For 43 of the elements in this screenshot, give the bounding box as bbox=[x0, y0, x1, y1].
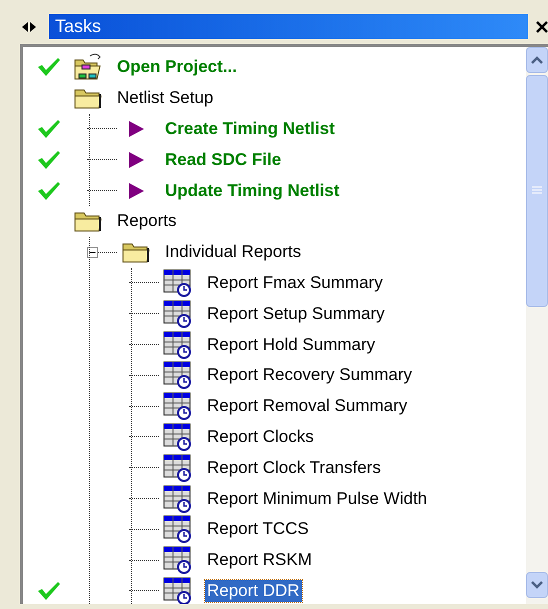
tree-item[interactable]: Report Clocks bbox=[205, 426, 316, 448]
panel-title: Tasks bbox=[55, 15, 102, 38]
grip-icon bbox=[532, 186, 542, 196]
tree-item[interactable]: Report Fmax Summary bbox=[205, 272, 385, 294]
chevron-up-icon bbox=[531, 56, 543, 64]
scroll-thumb[interactable] bbox=[526, 75, 548, 307]
play-arrow-icon bbox=[127, 182, 145, 200]
tree-item[interactable]: Update Timing Netlist bbox=[163, 180, 342, 202]
table-clock-icon bbox=[163, 546, 193, 574]
collapse-icon[interactable] bbox=[87, 246, 98, 258]
tree-item[interactable]: Open Project... bbox=[115, 56, 239, 78]
folder-label[interactable]: Individual Reports bbox=[163, 241, 304, 264]
tree-item[interactable]: Create Timing Netlist bbox=[163, 118, 337, 140]
table-clock-icon bbox=[163, 300, 193, 328]
tree-item[interactable]: Report Setup Summary bbox=[205, 302, 387, 325]
play-arrow-icon bbox=[127, 150, 145, 169]
close-icon[interactable] bbox=[536, 20, 548, 32]
tree-item[interactable]: Report Recovery Summary bbox=[205, 364, 414, 386]
resize-handle-icon[interactable] bbox=[22, 22, 36, 32]
project-folder-icon bbox=[73, 52, 103, 82]
table-clock-icon bbox=[163, 422, 193, 451]
tree-item[interactable]: Report Hold Summary bbox=[205, 334, 378, 356]
folder-label[interactable]: Reports bbox=[115, 210, 179, 232]
tree-item[interactable]: Read SDC File bbox=[163, 148, 284, 171]
table-clock-icon bbox=[163, 515, 193, 544]
table-clock-icon bbox=[163, 484, 193, 513]
table-clock-icon bbox=[163, 392, 193, 420]
tree-item[interactable]: Report Minimum Pulse Width bbox=[205, 488, 430, 510]
folder-label[interactable]: Netlist Setup bbox=[115, 87, 216, 110]
table-clock-icon bbox=[163, 361, 193, 390]
tree-item[interactable]: Report RSKM bbox=[205, 549, 314, 572]
table-clock-icon bbox=[163, 330, 193, 359]
tree-item[interactable]: Report TCCS bbox=[205, 518, 311, 540]
scrollbar[interactable] bbox=[526, 47, 548, 604]
table-clock-icon bbox=[163, 268, 193, 297]
scroll-up-button[interactable] bbox=[526, 47, 548, 73]
tree-item[interactable]: Report Clock Transfers bbox=[205, 456, 383, 479]
scroll-down-button[interactable] bbox=[526, 572, 548, 598]
tree-item[interactable]: Report DDR bbox=[205, 580, 302, 602]
play-arrow-icon bbox=[127, 120, 145, 138]
table-clock-icon bbox=[163, 454, 193, 482]
tree-item[interactable]: Report Removal Summary bbox=[205, 395, 410, 418]
chevron-down-icon bbox=[531, 581, 543, 589]
